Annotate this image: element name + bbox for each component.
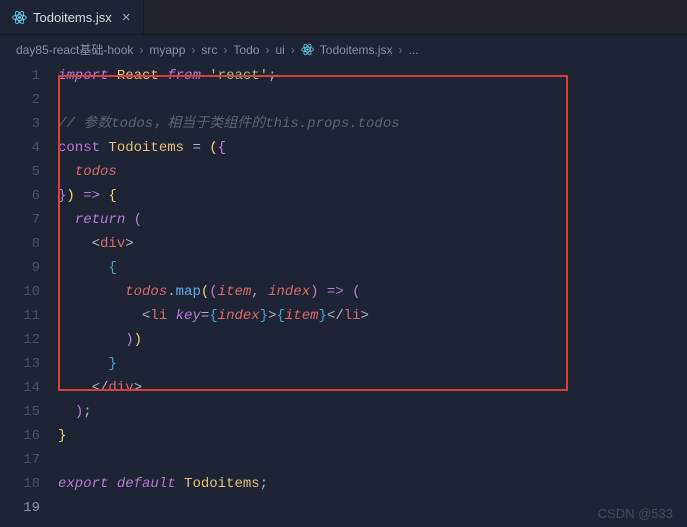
line-number: 6 [0, 184, 40, 208]
code-line [58, 88, 687, 112]
chevron-right-icon: › [221, 43, 229, 57]
line-number: 19 [0, 496, 40, 520]
code-line: export default Todoitems; [58, 472, 687, 496]
line-number: 12 [0, 328, 40, 352]
watermark: CSDN @533 [598, 506, 673, 521]
crumb[interactable]: ... [409, 43, 419, 57]
code-content[interactable]: import React from 'react'; // 参数todos，相当… [58, 64, 687, 520]
code-line [58, 448, 687, 472]
crumb[interactable]: Todoitems.jsx [320, 43, 393, 57]
tab-label: Todoitems.jsx [33, 10, 112, 25]
code-line: </div> [58, 376, 687, 400]
code-line: todos.map((item, index) => ( [58, 280, 687, 304]
line-number: 11 [0, 304, 40, 328]
line-number: 7 [0, 208, 40, 232]
line-number: 17 [0, 448, 40, 472]
line-number: 13 [0, 352, 40, 376]
line-number: 1 [0, 64, 40, 88]
code-line: } [58, 352, 687, 376]
code-line: import React from 'react'; [58, 64, 687, 88]
crumb[interactable]: Todo [233, 43, 259, 57]
crumb[interactable]: myapp [149, 43, 185, 57]
line-number: 15 [0, 400, 40, 424]
line-number: 4 [0, 136, 40, 160]
tab-todoitems[interactable]: Todoitems.jsx × [0, 0, 144, 34]
code-line: const Todoitems = ({ [58, 136, 687, 160]
code-line: todos [58, 160, 687, 184]
line-number: 9 [0, 256, 40, 280]
code-line: } [58, 424, 687, 448]
code-line: { [58, 256, 687, 280]
crumb[interactable]: day85-react基础-hook [16, 41, 133, 58]
line-number: 5 [0, 160, 40, 184]
chevron-right-icon: › [397, 43, 405, 57]
tab-bar: Todoitems.jsx × [0, 0, 687, 35]
chevron-right-icon: › [189, 43, 197, 57]
react-icon [12, 10, 27, 25]
line-number: 8 [0, 232, 40, 256]
code-editor[interactable]: 1 2 3 4 5 6 7 8 9 10 11 12 13 14 15 16 1… [0, 64, 687, 520]
react-icon [301, 43, 314, 56]
code-line: <div> [58, 232, 687, 256]
line-number: 3 [0, 112, 40, 136]
code-line [58, 496, 687, 520]
crumb[interactable]: ui [275, 43, 284, 57]
code-line: }) => { [58, 184, 687, 208]
chevron-right-icon: › [137, 43, 145, 57]
crumb[interactable]: src [201, 43, 217, 57]
line-number: 2 [0, 88, 40, 112]
line-number: 14 [0, 376, 40, 400]
line-number: 16 [0, 424, 40, 448]
line-gutter: 1 2 3 4 5 6 7 8 9 10 11 12 13 14 15 16 1… [0, 64, 58, 520]
code-line: return ( [58, 208, 687, 232]
line-number: 10 [0, 280, 40, 304]
code-line: // 参数todos，相当于类组件的this.props.todos [58, 112, 687, 136]
code-line: ); [58, 400, 687, 424]
chevron-right-icon: › [263, 43, 271, 57]
chevron-right-icon: › [289, 43, 297, 57]
breadcrumb[interactable]: day85-react基础-hook › myapp › src › Todo … [0, 35, 687, 64]
code-line: )) [58, 328, 687, 352]
line-number: 18 [0, 472, 40, 496]
code-line: <li key={index}>{item}</li> [58, 304, 687, 328]
close-icon[interactable]: × [122, 9, 131, 26]
